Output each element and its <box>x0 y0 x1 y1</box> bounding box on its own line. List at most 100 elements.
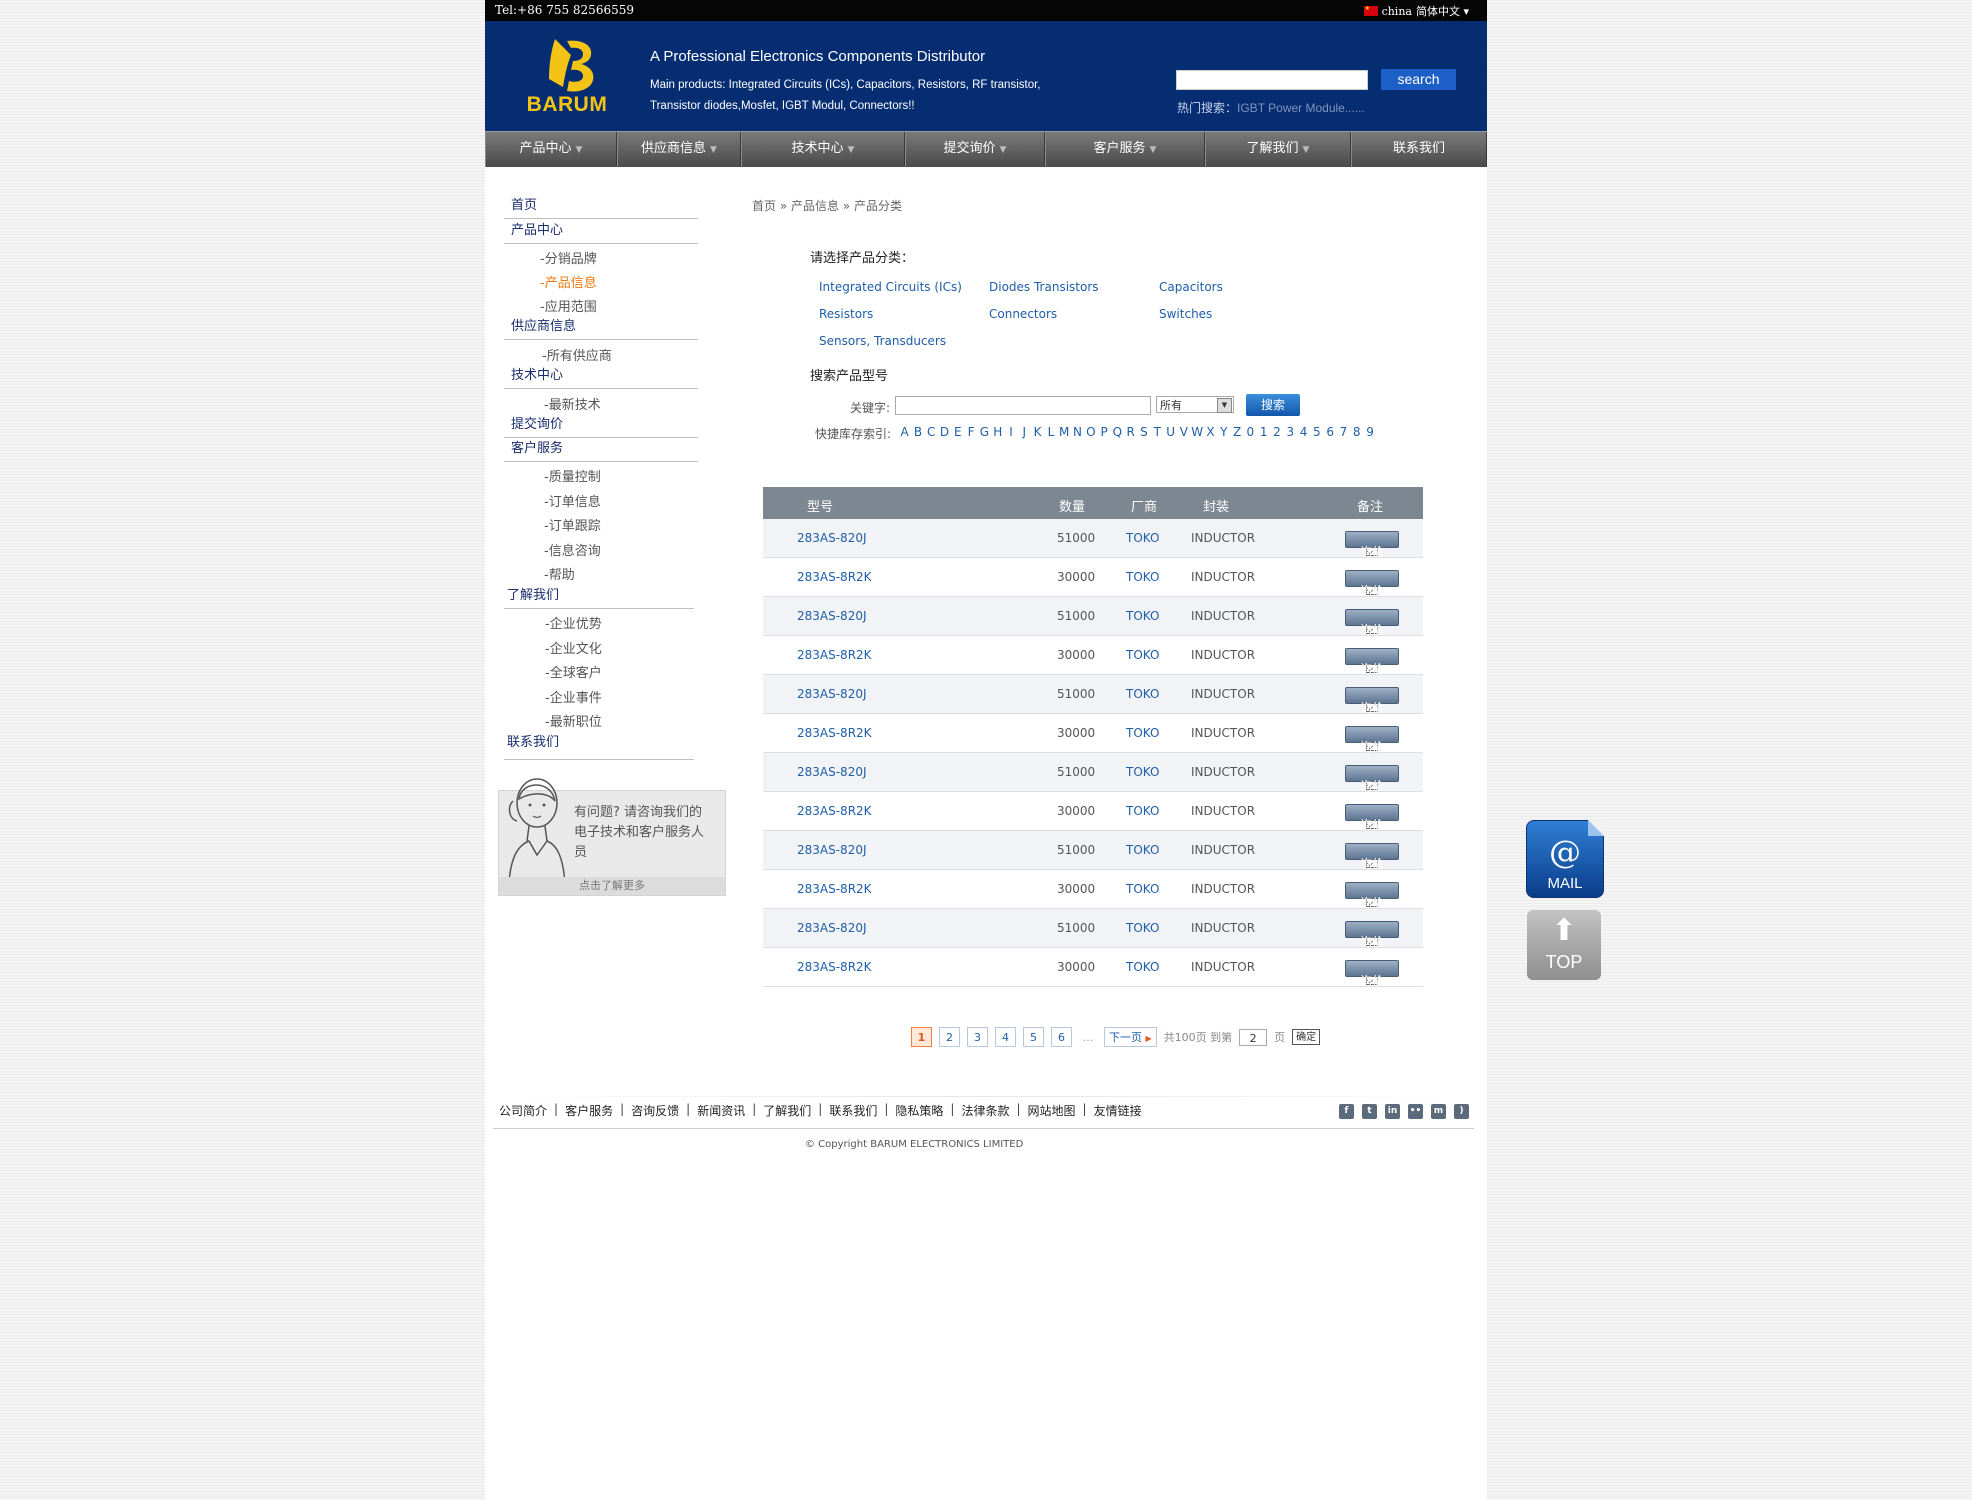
rss-icon[interactable]: ) <box>1454 1104 1469 1119</box>
model-link[interactable]: 283AS-820J <box>797 609 867 623</box>
quick-index-letter[interactable]: N <box>1071 425 1084 439</box>
brand-link[interactable]: TOKO <box>1126 648 1159 662</box>
quick-index-letter[interactable]: Q <box>1111 425 1124 439</box>
sidebar-item-about[interactable]: 了解我们 <box>504 586 694 609</box>
quick-index-letter[interactable]: G <box>978 425 991 439</box>
sidebar-item-supplier-info[interactable]: 供应商信息 <box>504 317 698 340</box>
quick-index-letter[interactable]: 4 <box>1297 425 1310 439</box>
inquiry-button[interactable]: 询价 <box>1345 609 1399 637</box>
help-box-more-link[interactable]: 点击了解更多 <box>499 877 725 895</box>
sidebar-subitem-latest-tech[interactable]: -最新技术 <box>544 394 601 413</box>
quick-index-letter[interactable]: 2 <box>1270 425 1283 439</box>
inquiry-button[interactable]: 询价 <box>1345 687 1399 715</box>
model-link[interactable]: 283AS-8R2K <box>797 804 872 818</box>
inquiry-button[interactable]: 询价 <box>1345 804 1399 832</box>
nav-supplier-info[interactable]: 供应商信息 ▼ <box>617 132 741 167</box>
brand-link[interactable]: TOKO <box>1126 570 1159 584</box>
next-page-button[interactable]: 下一页 ▶ <box>1104 1027 1157 1047</box>
sidebar-item-product-center[interactable]: 产品中心 <box>504 221 698 244</box>
inquiry-button[interactable]: 询价 <box>1345 570 1399 598</box>
brand-link[interactable]: TOKO <box>1126 921 1159 935</box>
model-link[interactable]: 283AS-8R2K <box>797 726 872 740</box>
footer-link[interactable]: 联系我们 <box>829 1102 877 1119</box>
footer-link[interactable]: 公司简介 <box>499 1102 547 1119</box>
mail-float-button[interactable]: @ MAIL <box>1526 820 1604 898</box>
category-link-ics[interactable]: Integrated Circuits (ICs) <box>819 280 962 294</box>
model-link[interactable]: 283AS-8R2K <box>797 960 872 974</box>
twitter-icon[interactable]: t <box>1362 1104 1377 1119</box>
page-number[interactable]: 5 <box>1023 1027 1044 1047</box>
sidebar-subitem-application[interactable]: -应用范围 <box>540 296 597 315</box>
brand-link[interactable]: TOKO <box>1126 804 1159 818</box>
quick-index-letter[interactable]: A <box>898 425 911 439</box>
model-link[interactable]: 283AS-820J <box>797 531 867 545</box>
page-number[interactable]: 2 <box>939 1027 960 1047</box>
nav-product-center[interactable]: 产品中心 ▼ <box>485 132 617 167</box>
sidebar-item-contact[interactable]: 联系我们 <box>504 733 694 760</box>
help-box[interactable]: 有问题? 请咨询我们的电子技术和客户服务人员 点击了解更多 <box>498 778 726 896</box>
quick-index-letter[interactable]: O <box>1084 425 1097 439</box>
product-search-button[interactable]: 搜索 <box>1246 394 1300 416</box>
quick-index-letter[interactable]: X <box>1204 425 1217 439</box>
sidebar-subitem-all-suppliers[interactable]: -所有供应商 <box>542 345 612 364</box>
linkedin-icon[interactable]: in <box>1385 1104 1400 1119</box>
quick-index-letter[interactable]: F <box>964 425 977 439</box>
footer-link[interactable]: 网站地图 <box>1028 1102 1076 1119</box>
sidebar-item-customer-service[interactable]: 客户服务 <box>504 439 698 462</box>
category-link-diodes[interactable]: Diodes Transistors <box>989 280 1099 294</box>
sidebar-subitem-global-clients[interactable]: -全球客户 <box>545 662 602 681</box>
page-number[interactable]: 6 <box>1051 1027 1072 1047</box>
quick-index-letter[interactable]: T <box>1151 425 1164 439</box>
quick-index-letter[interactable]: 0 <box>1244 425 1257 439</box>
logo[interactable]: BARUM <box>521 33 613 119</box>
footer-link[interactable]: 友情链接 <box>1094 1102 1142 1119</box>
goto-page-button[interactable]: 确定 <box>1292 1029 1321 1045</box>
inquiry-button[interactable]: 询价 <box>1345 648 1399 676</box>
category-link-capacitors[interactable]: Capacitors <box>1159 280 1223 294</box>
quick-index-letter[interactable]: 8 <box>1350 425 1363 439</box>
quick-index-letter[interactable]: L <box>1044 425 1057 439</box>
language-selector[interactable]: china 简体中文 ▾ <box>1363 3 1469 19</box>
facebook-icon[interactable]: f <box>1339 1104 1354 1119</box>
category-link-switches[interactable]: Switches <box>1159 307 1212 321</box>
sidebar-item-submit-inquiry[interactable]: 提交询价 <box>504 415 698 438</box>
quick-index-letter[interactable]: P <box>1097 425 1110 439</box>
model-link[interactable]: 283AS-8R2K <box>797 570 872 584</box>
category-select[interactable]: 所有 ▼ <box>1156 396 1234 413</box>
category-link-sensors[interactable]: Sensors, Transducers <box>819 334 946 348</box>
quick-index-letter[interactable]: E <box>951 425 964 439</box>
brand-link[interactable]: TOKO <box>1126 687 1159 701</box>
quick-index-letter[interactable]: B <box>911 425 924 439</box>
hot-search-link[interactable]: IGBT Power Module...... <box>1237 101 1365 115</box>
nav-customer-service[interactable]: 客户服务 ▼ <box>1045 132 1205 167</box>
sidebar-subitem-brands[interactable]: -分销品牌 <box>540 248 597 267</box>
nav-contact-us[interactable]: 联系我们 <box>1351 132 1487 167</box>
brand-link[interactable]: TOKO <box>1126 882 1159 896</box>
quick-index-letter[interactable]: S <box>1137 425 1150 439</box>
page-number[interactable]: 4 <box>995 1027 1016 1047</box>
sidebar-subitem-advantage[interactable]: -企业优势 <box>545 613 602 632</box>
keyword-input[interactable] <box>895 396 1151 415</box>
quick-index-letter[interactable]: H <box>991 425 1004 439</box>
page-number[interactable]: 3 <box>967 1027 988 1047</box>
model-link[interactable]: 283AS-820J <box>797 843 867 857</box>
sidebar-item-tech-center[interactable]: 技术中心 <box>504 366 698 389</box>
model-link[interactable]: 283AS-820J <box>797 921 867 935</box>
sidebar-subitem-quality[interactable]: -质量控制 <box>544 466 601 485</box>
sidebar-subitem-order-track[interactable]: -订单跟踪 <box>544 515 601 534</box>
goto-page-input[interactable]: 2 <box>1239 1028 1268 1046</box>
sidebar-subitem-info-consult[interactable]: -信息咨询 <box>544 540 601 559</box>
nav-tech-center[interactable]: 技术中心 ▼ <box>741 132 905 167</box>
brand-link[interactable]: TOKO <box>1126 726 1159 740</box>
sidebar-subitem-order-info[interactable]: -订单信息 <box>544 491 601 510</box>
quick-index-letter[interactable]: Y <box>1217 425 1230 439</box>
footer-link[interactable]: 隐私策略 <box>895 1102 943 1119</box>
brand-link[interactable]: TOKO <box>1126 765 1159 779</box>
quick-index-letter[interactable]: W <box>1191 425 1204 439</box>
quick-index-letter[interactable]: M <box>1058 425 1071 439</box>
nav-submit-inquiry[interactable]: 提交询价 ▼ <box>905 132 1045 167</box>
quick-index-letter[interactable]: D <box>938 425 951 439</box>
quick-index-letter[interactable]: 3 <box>1284 425 1297 439</box>
sidebar-subitem-culture[interactable]: -企业文化 <box>545 638 602 657</box>
quick-index-letter[interactable]: U <box>1164 425 1177 439</box>
